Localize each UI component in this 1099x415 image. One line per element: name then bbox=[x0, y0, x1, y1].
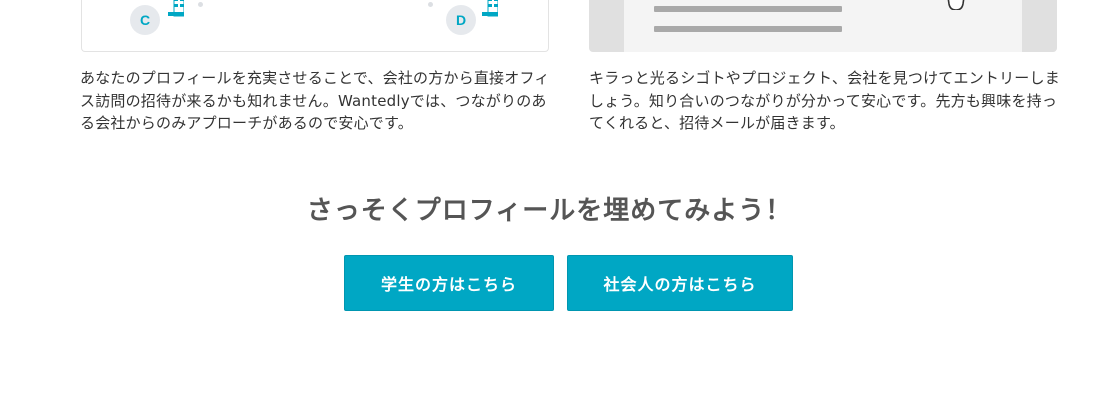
cta-heading: さっそくプロフィールを埋めてみよう！ bbox=[306, 196, 793, 226]
student-signup-button[interactable]: 学生の方はこちら bbox=[344, 255, 554, 311]
company-badge-c: C bbox=[130, 5, 160, 35]
decorative-dot bbox=[428, 2, 433, 7]
company-illustration-left: C D bbox=[81, 0, 549, 52]
left-card-description: あなたのプロフィールを充実させることで、会社の方から直接オフィス訪問の招待が来る… bbox=[80, 69, 550, 132]
decorative-dot bbox=[198, 2, 203, 7]
text-line-placeholder bbox=[654, 26, 842, 32]
professional-signup-button[interactable]: 社会人の方はこちら bbox=[567, 255, 793, 311]
pointer-hand-icon bbox=[943, 0, 969, 11]
text-line-placeholder bbox=[654, 6, 842, 12]
right-card-description: キラっと光るシゴトやプロジェクト、会社を見つけてエントリーしましょう。知り合いの… bbox=[589, 69, 1060, 132]
job-listing-illustration bbox=[589, 0, 1057, 52]
building-icon bbox=[156, 0, 184, 24]
company-badge-d: D bbox=[446, 5, 476, 35]
